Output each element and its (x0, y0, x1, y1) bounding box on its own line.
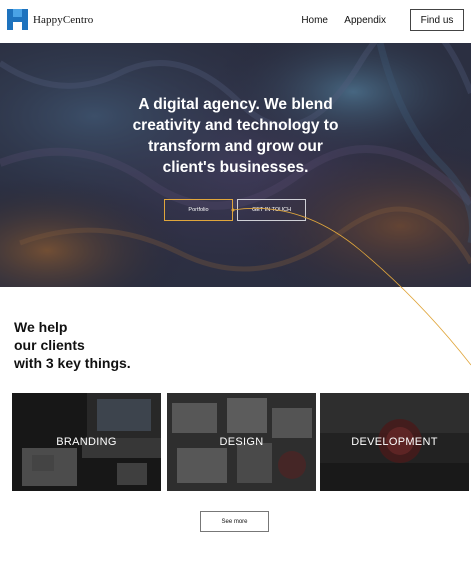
services-heading-line-2: our clients (14, 337, 85, 353)
nav-appendix-link[interactable]: Appendix (344, 15, 386, 26)
get-in-touch-button[interactable]: GET IN TOUCH (237, 199, 306, 221)
find-us-button[interactable]: Find us (410, 9, 464, 31)
portfolio-button[interactable]: Portfolio (164, 199, 233, 221)
logo-text: HappyCentro (33, 13, 94, 26)
services-heading-line-3: with 3 key things. (14, 355, 131, 371)
design-card[interactable]: DESIGN (167, 393, 316, 491)
branding-card-label: BRANDING (56, 436, 117, 448)
services-heading-line-1: We help (14, 319, 68, 335)
logo[interactable]: HappyCentro (7, 9, 93, 30)
site-header: HappyCentro Home Appendix Find us (0, 0, 471, 43)
hero-title: A digital agency. We blend creativity an… (132, 96, 339, 176)
logo-h-icon (7, 9, 28, 30)
services-heading: We help our clients with 3 key things. (14, 318, 131, 372)
development-card-label: DEVELOPMENT (351, 436, 438, 448)
see-more-button[interactable]: See more (200, 511, 269, 532)
design-card-label: DESIGN (219, 436, 264, 448)
nav-home-link[interactable]: Home (301, 15, 328, 26)
development-card[interactable]: DEVELOPMENT (320, 393, 469, 491)
branding-card[interactable]: BRANDING (12, 393, 161, 491)
hero-section: A digital agency. We blend creativity an… (0, 43, 471, 287)
